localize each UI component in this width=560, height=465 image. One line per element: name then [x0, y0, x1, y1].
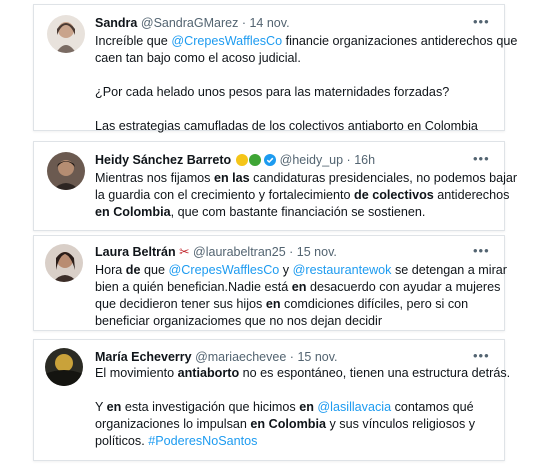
- author-handle[interactable]: @SandraGMarez: [141, 16, 238, 30]
- author-handle[interactable]: @mariaechevee: [195, 350, 286, 364]
- author-handle[interactable]: @laurabeltran25: [193, 245, 286, 259]
- green-heart-icon: [248, 154, 261, 166]
- avatar[interactable]: [47, 152, 85, 190]
- avatar[interactable]: [45, 348, 83, 386]
- separator: ·: [346, 153, 351, 167]
- more-options-icon[interactable]: •••: [473, 14, 490, 29]
- avatar-photo-icon: [47, 152, 85, 190]
- separator: ·: [289, 245, 294, 259]
- scissors-icon: ✂: [179, 245, 190, 259]
- mention-link[interactable]: @lasillavacia: [317, 400, 391, 414]
- more-options-icon[interactable]: •••: [473, 348, 490, 363]
- author-name[interactable]: Laura Beltrán: [95, 245, 176, 259]
- more-options-icon[interactable]: •••: [473, 151, 490, 166]
- tweet-text: Hora de que @CrepesWafflesCo y @restaura…: [95, 263, 507, 328]
- tweet-timestamp[interactable]: 14 nov.: [249, 16, 289, 30]
- avatar-photo-icon: [45, 244, 83, 282]
- author-name[interactable]: Heidy Sánchez Barreto: [95, 153, 231, 167]
- hashtag-link[interactable]: #PoderesNoSantos: [148, 434, 257, 448]
- tweet-card-sandra[interactable]: Sandra @SandraGMarez · 14 nov. ••• Incre…: [33, 4, 517, 133]
- more-options-icon[interactable]: •••: [473, 243, 490, 258]
- mention-link[interactable]: @CrepesWafflesCo: [171, 34, 282, 48]
- tweet-text: Increíble que @CrepesWafflesCo financie …: [95, 34, 518, 133]
- avatar[interactable]: [47, 15, 85, 53]
- avatar-photo-icon: [45, 348, 83, 386]
- tweet-card-heidy[interactable]: Heidy Sánchez Barreto @heidy_up · 16h ••…: [33, 141, 517, 231]
- tweet-timestamp[interactable]: 15 nov.: [297, 350, 337, 364]
- tweet-card-maria[interactable]: María Echeverry @mariaechevee · 15 nov. …: [33, 339, 510, 461]
- author-name[interactable]: María Echeverry: [95, 350, 192, 364]
- tweet-text: El movimiento antiaborto no es espontáne…: [95, 366, 511, 448]
- avatar[interactable]: [45, 244, 83, 282]
- tweet-timestamp[interactable]: 15 nov.: [297, 245, 337, 259]
- verified-badge-icon: [264, 154, 277, 166]
- avatar-photo-icon: [47, 15, 85, 53]
- tweet-text: Mientras nos fijamos en las candidaturas…: [95, 171, 518, 219]
- mention-link[interactable]: @CrepesWafflesCo: [169, 263, 280, 277]
- mention-link[interactable]: @restaurantewok: [293, 263, 392, 277]
- author-handle[interactable]: @heidy_up: [280, 153, 343, 167]
- tweet-card-laura[interactable]: Laura Beltrán ✂ @laurabeltran25 · 15 nov…: [33, 235, 507, 331]
- author-name[interactable]: Sandra: [95, 16, 137, 30]
- yellow-heart-icon: [235, 154, 248, 166]
- separator: ·: [241, 16, 246, 30]
- tweet-timestamp[interactable]: 16h: [354, 153, 375, 167]
- separator: ·: [289, 350, 294, 364]
